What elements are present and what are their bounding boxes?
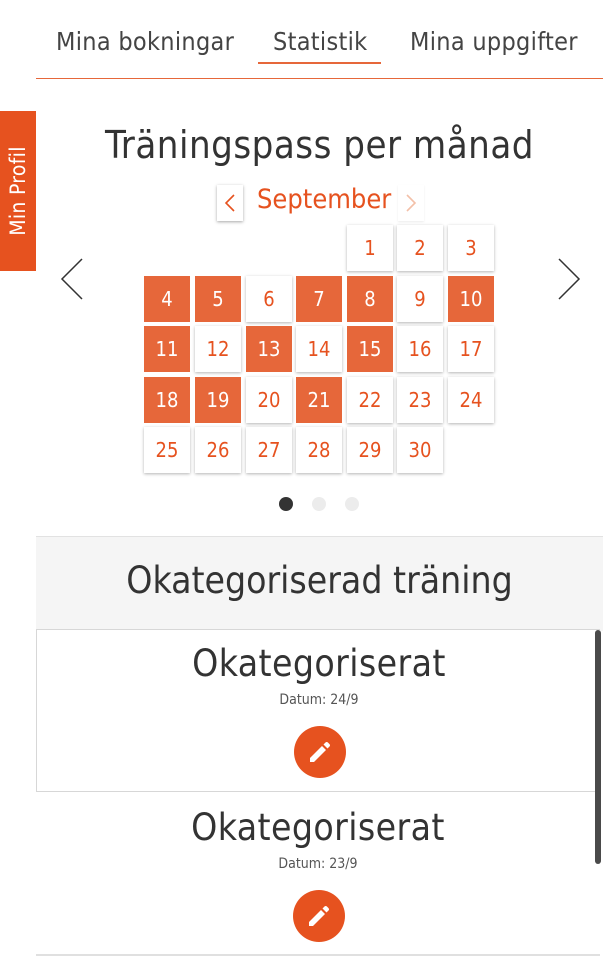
profile-side-tab[interactable]: Min Profil	[0, 111, 36, 271]
section-header: Okategoriserad träning	[36, 536, 603, 631]
calendar-day-18[interactable]: 18	[144, 377, 190, 423]
entry-name: Okategoriserat	[192, 642, 446, 685]
calendar-day-30[interactable]: 30	[397, 427, 443, 473]
chevron-left-icon	[224, 194, 235, 212]
calendar-day-24[interactable]: 24	[448, 377, 494, 423]
carousel-dot[interactable]	[345, 497, 359, 511]
calendar-day-21[interactable]: 21	[296, 377, 342, 423]
calendar-day-29[interactable]: 29	[347, 427, 393, 473]
calendar-day-26[interactable]: 26	[195, 427, 241, 473]
tab-bar: Mina bokningar Statistik Mina uppgifter	[36, 0, 603, 79]
calendar-day-6[interactable]: 6	[246, 276, 292, 322]
calendar-day-16[interactable]: 16	[397, 326, 443, 372]
edit-button[interactable]	[294, 726, 346, 778]
month-selector: September	[36, 182, 603, 222]
carousel-dot[interactable]	[279, 497, 293, 511]
scrollbar[interactable]	[595, 630, 601, 864]
entry-date: Datum: 23/9	[278, 856, 358, 872]
calendar-day-20[interactable]: 20	[246, 377, 292, 423]
pencil-icon	[310, 741, 331, 762]
chevron-left-icon	[60, 258, 83, 300]
chevron-right-icon	[558, 258, 581, 300]
calendar-day-23[interactable]: 23	[397, 377, 443, 423]
training-entry: Okategoriserat Datum: 23/9	[36, 794, 600, 954]
app-screen: Mina bokningar Statistik Mina uppgifter …	[0, 0, 603, 964]
calendar-day-27[interactable]: 27	[246, 427, 292, 473]
calendar-day-9[interactable]: 9	[397, 276, 443, 322]
month-label: September	[257, 184, 392, 215]
calendar-day-3[interactable]: 3	[448, 225, 494, 271]
stats-title: Träningspass per månad	[104, 123, 535, 167]
tab-mina-uppgifter[interactable]: Mina uppgifter	[410, 27, 578, 56]
section-title: Okategoriserad träning	[126, 559, 513, 602]
training-entry: Okategoriserat Datum: 24/9	[36, 629, 600, 792]
next-month-button[interactable]	[398, 185, 424, 221]
profile-side-tab-label: Min Profil	[6, 146, 30, 236]
stats-panel: Träningspass per månad September 1 2 3 4…	[36, 79, 603, 535]
carousel-dot[interactable]	[312, 497, 326, 511]
chevron-right-icon	[406, 194, 417, 212]
calendar-day-19[interactable]: 19	[195, 377, 241, 423]
tab-mina-bokningar[interactable]: Mina bokningar	[56, 27, 234, 56]
carousel-next-button[interactable]	[549, 249, 589, 309]
pencil-icon	[309, 905, 330, 926]
calendar-day-10[interactable]: 10	[448, 276, 494, 322]
calendar-day-1[interactable]: 1	[347, 225, 393, 271]
calendar-day-25[interactable]: 25	[144, 427, 190, 473]
active-tab-indicator	[258, 62, 381, 64]
calendar-day-15[interactable]: 15	[347, 326, 393, 372]
calendar-day-8[interactable]: 8	[347, 276, 393, 322]
calendar-day-11[interactable]: 11	[144, 326, 190, 372]
calendar-day-17[interactable]: 17	[448, 326, 494, 372]
calendar-day-14[interactable]: 14	[296, 326, 342, 372]
calendar-day-28[interactable]: 28	[296, 427, 342, 473]
entry-name: Okategoriserat	[191, 806, 445, 849]
divider	[36, 954, 600, 956]
calendar-day-13[interactable]: 13	[246, 326, 292, 372]
edit-button[interactable]	[293, 890, 345, 942]
calendar-day-5[interactable]: 5	[195, 276, 241, 322]
calendar-day-7[interactable]: 7	[296, 276, 342, 322]
calendar-day-22[interactable]: 22	[347, 377, 393, 423]
entry-date: Datum: 24/9	[279, 692, 359, 708]
carousel-prev-button[interactable]	[52, 249, 92, 309]
calendar-day-2[interactable]: 2	[397, 225, 443, 271]
tab-statistik[interactable]: Statistik	[273, 27, 367, 56]
carousel-dots	[36, 497, 603, 511]
calendar-day-4[interactable]: 4	[144, 276, 190, 322]
calendar-day-12[interactable]: 12	[195, 326, 241, 372]
previous-month-button[interactable]	[217, 185, 243, 221]
